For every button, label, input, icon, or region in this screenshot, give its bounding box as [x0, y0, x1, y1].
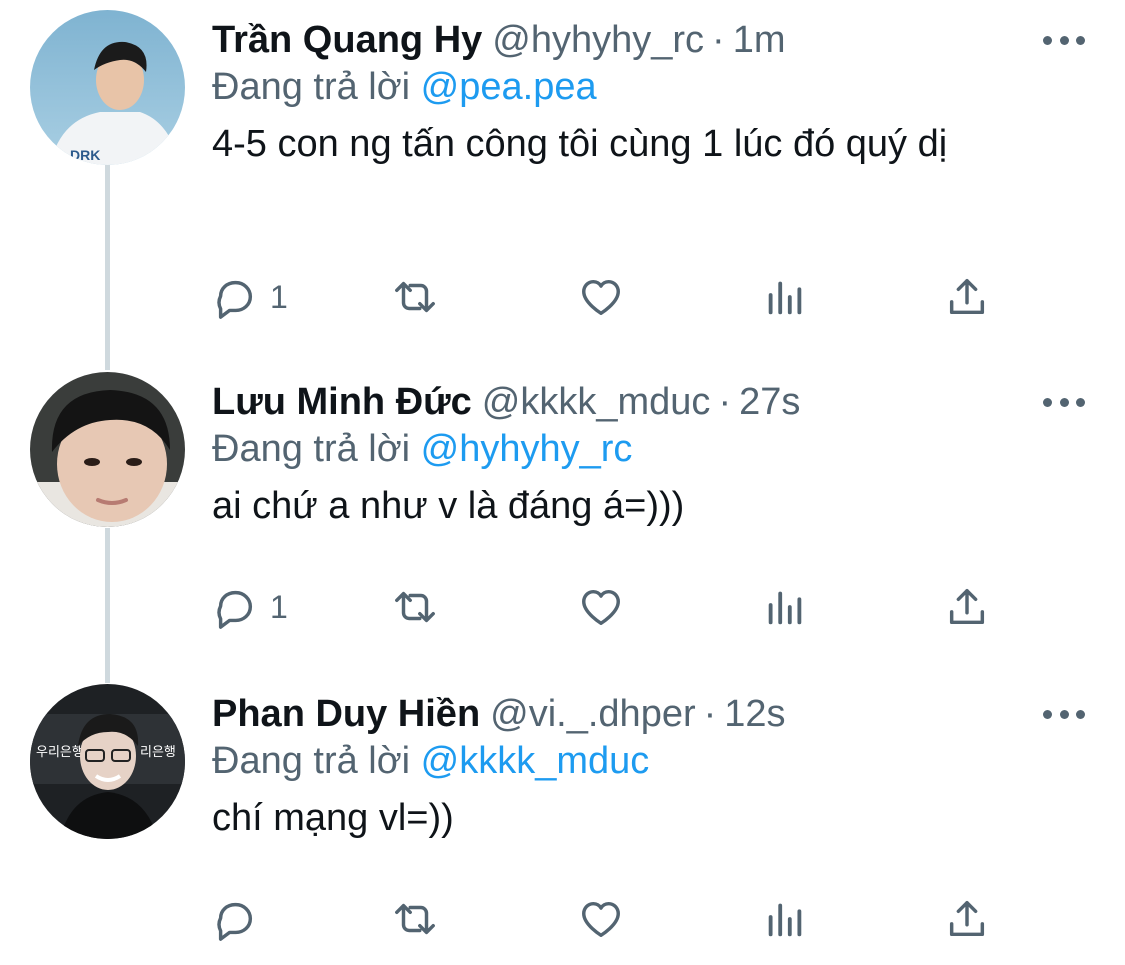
share-button[interactable]: [944, 577, 990, 637]
action-bar: 1: [212, 577, 1012, 637]
tweet-header: Phan Duy Hiền @vi._.dhper · 12s: [212, 684, 786, 744]
views-icon: [768, 903, 802, 937]
like-icon: [582, 589, 620, 626]
avatar[interactable]: 우리은행 리은행: [30, 684, 185, 839]
views-icon: [768, 281, 802, 315]
share-button[interactable]: [944, 267, 990, 327]
timestamp[interactable]: 12s: [724, 693, 785, 736]
svg-text:DRK: DRK: [70, 147, 100, 163]
reply-to-link[interactable]: @hyhyhy_rc: [421, 428, 633, 470]
tweet-header: Trần Quang Hy @hyhyhy_rc · 1m: [212, 10, 786, 70]
share-button[interactable]: [944, 889, 990, 949]
views-button[interactable]: [762, 889, 808, 949]
retweet-button[interactable]: [392, 267, 438, 327]
reply-icon: [217, 590, 253, 629]
retweet-icon: [395, 281, 435, 313]
retweet-button[interactable]: [392, 889, 438, 949]
tweet-text: ai chứ a như v là đáng á=))): [212, 485, 685, 527]
share-icon: [949, 278, 985, 315]
svg-text:리은행: 리은행: [140, 744, 176, 760]
reply-to-link[interactable]: @kkkk_mduc: [421, 740, 650, 782]
share-icon: [949, 900, 985, 937]
replying-to: Đang trả lời @pea.pea: [212, 66, 597, 109]
user-handle[interactable]: @vi._.dhper: [490, 693, 695, 736]
timestamp[interactable]: 27s: [739, 381, 800, 424]
reply-button[interactable]: 1: [212, 267, 288, 327]
separator: ·: [712, 18, 725, 61]
like-icon: [582, 901, 620, 938]
more-icon[interactable]: [1043, 30, 1085, 50]
action-bar: 1: [212, 267, 1012, 327]
separator: ·: [718, 380, 732, 423]
tweet[interactable]: Lưu Minh Đức @kkkk_mduc · 27s Đang trả l…: [0, 372, 1125, 672]
tweet[interactable]: 우리은행 리은행 Phan Duy Hiền @vi._.dhper · 12s…: [0, 684, 1125, 965]
like-button[interactable]: [578, 889, 624, 949]
tweet[interactable]: DRK Trần Quang Hy @hyhyhy_rc · 1m Đang t…: [0, 10, 1125, 340]
like-button[interactable]: [578, 577, 624, 637]
retweet-icon: [395, 903, 435, 935]
display-name[interactable]: Trần Quang Hy: [212, 19, 482, 62]
replying-prefix: Đang trả lời: [212, 428, 411, 470]
retweet-icon: [395, 591, 435, 623]
views-button[interactable]: [762, 267, 808, 327]
more-icon[interactable]: [1043, 392, 1085, 412]
tweet-text: chí mạng vl=)): [212, 797, 454, 839]
separator: ·: [703, 692, 717, 735]
user-handle[interactable]: @hyhyhy_rc: [492, 19, 704, 62]
replying-prefix: Đang trả lời: [212, 740, 411, 782]
replying-prefix: Đang trả lời: [212, 66, 411, 108]
reply-icon: [217, 280, 253, 319]
reply-button[interactable]: [212, 889, 270, 949]
reply-count: 1: [270, 278, 288, 315]
display-name[interactable]: Phan Duy Hiền: [212, 693, 480, 736]
reply-button[interactable]: 1: [212, 577, 288, 637]
avatar[interactable]: [30, 372, 185, 527]
like-icon: [582, 279, 620, 316]
reply-count: 1: [270, 588, 288, 625]
display-name[interactable]: Lưu Minh Đức: [212, 381, 472, 424]
user-handle[interactable]: @kkkk_mduc: [482, 381, 711, 424]
action-bar: [212, 889, 1012, 949]
views-button[interactable]: [762, 577, 808, 637]
tweet-header: Lưu Minh Đức @kkkk_mduc · 27s: [212, 372, 800, 432]
tweet-text: 4-5 con ng tấn công tôi cùng 1 lúc đó qu…: [212, 123, 948, 165]
more-icon[interactable]: [1043, 704, 1085, 724]
retweet-button[interactable]: [392, 577, 438, 637]
svg-text:우리은행: 우리은행: [36, 744, 84, 760]
share-icon: [949, 588, 985, 625]
views-icon: [768, 591, 802, 625]
like-button[interactable]: [578, 267, 624, 327]
avatar[interactable]: DRK: [30, 10, 185, 165]
replying-to: Đang trả lời @hyhyhy_rc: [212, 428, 632, 471]
reply-icon: [217, 902, 253, 941]
reply-to-link[interactable]: @pea.pea: [421, 66, 597, 108]
replying-to: Đang trả lời @kkkk_mduc: [212, 740, 649, 783]
timestamp[interactable]: 1m: [733, 19, 786, 62]
